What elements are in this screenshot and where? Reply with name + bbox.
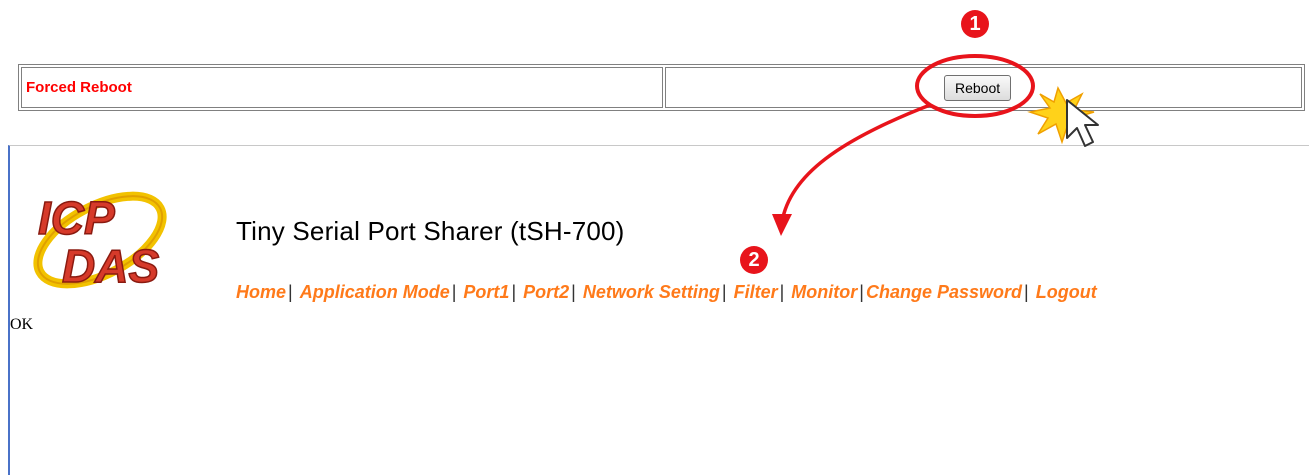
logo-text-bottom: DAS xyxy=(62,240,159,292)
nav-monitor[interactable]: Monitor xyxy=(791,282,857,302)
step-badge-2: 2 xyxy=(740,246,768,274)
nav-port1[interactable]: Port1 xyxy=(463,282,509,302)
nav-change-password[interactable]: Change Password xyxy=(866,282,1022,302)
reboot-action-cell: Reboot xyxy=(665,67,1302,108)
nav-separator: | xyxy=(721,282,727,302)
nav-separator: | xyxy=(1024,282,1029,302)
nav-network-setting[interactable]: Network Setting xyxy=(583,282,720,302)
page-title: Tiny Serial Port Sharer (tSH-700) xyxy=(236,216,625,246)
forced-reboot-label: Forced Reboot xyxy=(26,79,132,96)
nav-separator: | xyxy=(779,282,785,302)
reboot-label-cell: Forced Reboot xyxy=(21,67,663,108)
reboot-button[interactable]: Reboot xyxy=(944,74,1012,101)
nav-separator: | xyxy=(571,282,576,302)
nav-separator: | xyxy=(859,282,864,302)
nav-separator: | xyxy=(288,282,293,302)
nav-separator: | xyxy=(511,282,517,302)
nav-application-mode[interactable]: Application Mode xyxy=(300,282,450,302)
status-text: OK xyxy=(10,316,34,333)
nav-filter[interactable]: Filter xyxy=(734,282,778,302)
device-web-page: ICP DAS Tiny Serial Port Sharer (tSH-700… xyxy=(8,145,1309,475)
nav-port2[interactable]: Port2 xyxy=(523,282,569,302)
icpdas-logo: ICP DAS xyxy=(26,176,174,302)
nav-home[interactable]: Home xyxy=(236,282,286,302)
nav-separator: | xyxy=(451,282,457,302)
nav-logout[interactable]: Logout xyxy=(1036,282,1097,302)
logo-text-top: ICP xyxy=(38,192,115,244)
step-badge-1: 1 xyxy=(961,10,989,38)
reboot-table: Forced Reboot Reboot xyxy=(18,64,1305,111)
nav-bar: Home | Application Mode | Port1 | Port2 | Ne… xyxy=(236,282,1097,303)
